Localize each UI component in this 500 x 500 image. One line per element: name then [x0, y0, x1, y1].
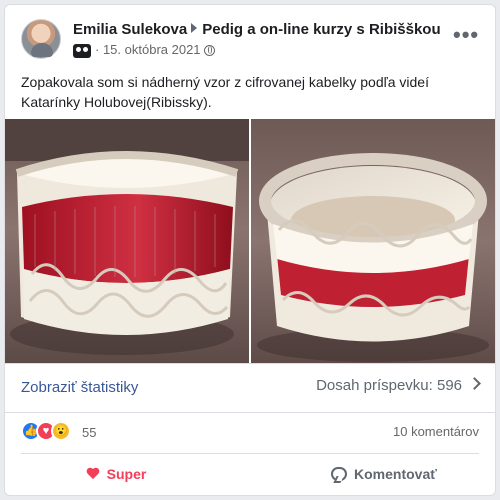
post-reach-button[interactable]: Dosah príspevku: 596 [316, 377, 481, 394]
basket-photo-right[interactable] [251, 119, 495, 364]
super-button[interactable]: Super [21, 460, 211, 488]
post-photos [5, 119, 495, 364]
group-icon [73, 43, 91, 58]
post-meta: · 15. októbra 2021 [73, 42, 215, 60]
comment-button[interactable]: Komentovať [289, 460, 479, 488]
comment-icon [331, 467, 348, 481]
more-options-button[interactable]: ••• [453, 24, 479, 46]
basket-photo-left[interactable] [5, 119, 249, 364]
heart-icon [86, 467, 100, 481]
globe-icon [203, 45, 215, 56]
reaction-count: 55 [82, 425, 97, 440]
comments-count-link[interactable]: 10 komentárov [393, 424, 479, 439]
group-name[interactable]: Pedig a on-line kurzy s Ribišškou [202, 21, 440, 38]
triangle-arrow-icon [191, 23, 198, 33]
comment-label: Komentovať [354, 466, 437, 482]
view-statistics-link[interactable]: Zobraziť štatistiky [21, 379, 138, 396]
author-name[interactable]: Emilia Sulekova [73, 21, 187, 38]
post-title-line: Emilia Sulekova Pedig a on-line kurzy s R… [73, 21, 453, 38]
post-card: Emilia Sulekova Pedig a on-line kurzy s R… [4, 4, 496, 496]
wow-icon: 😮 [51, 421, 71, 441]
post-date[interactable]: 15. októbra 2021 [103, 42, 201, 57]
post-insights-row: Zobraziť štatistiky Dosah príspevku: 596 [5, 363, 495, 413]
meta-separator: · [95, 42, 103, 57]
reaction-icons: 👍 ♥ 😮 [21, 421, 75, 441]
super-label: Super [106, 466, 147, 482]
post-reach-label: Dosah príspevku: 596 [316, 377, 462, 394]
post-actions: Super Komentovať [21, 453, 479, 491]
basket-image-right [251, 119, 495, 364]
author-avatar[interactable] [21, 19, 61, 59]
post-header: Emilia Sulekova Pedig a on-line kurzy s R… [21, 19, 479, 63]
post-text: Zopakovala som si nádherný vzor z cifrov… [21, 74, 429, 110]
basket-image-left [5, 119, 249, 364]
chevron-right-icon [468, 377, 481, 390]
